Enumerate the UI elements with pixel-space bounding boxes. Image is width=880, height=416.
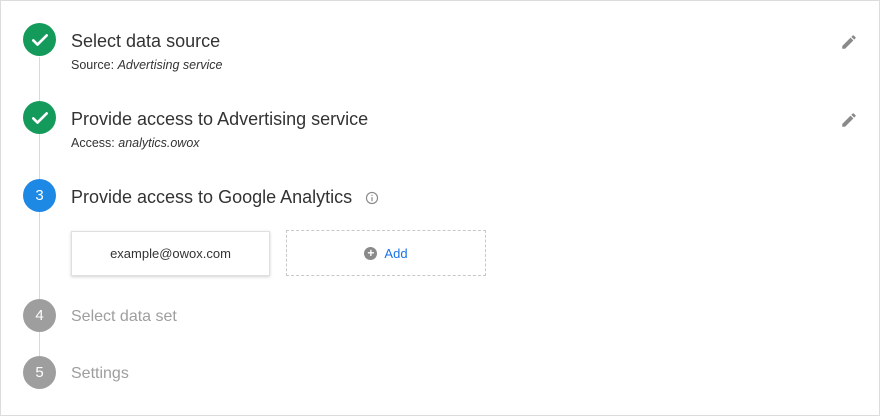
- check-icon: [31, 33, 48, 46]
- edit-step-2-pencil-icon[interactable]: [840, 111, 858, 129]
- step-1-sub-value: Advertising service: [117, 58, 223, 72]
- ga-account-email: example@owox.com: [110, 246, 231, 261]
- step-connector: [39, 211, 40, 299]
- step-4-number: 4: [23, 299, 56, 332]
- step-1-title: Select data source: [71, 31, 221, 51]
- step-5-title: Settings: [71, 365, 129, 382]
- info-icon[interactable]: [365, 191, 379, 205]
- step-1-check-icon: [23, 23, 56, 56]
- edit-step-1-pencil-icon[interactable]: [840, 33, 858, 51]
- step-connector: [39, 134, 40, 179]
- check-icon: [31, 111, 48, 124]
- ga-account-card[interactable]: example@owox.com: [71, 231, 270, 276]
- step-5-number: 5: [23, 356, 56, 389]
- step-3-title-row: Provide access to Google Analytics: [71, 187, 379, 208]
- add-account-label: Add: [384, 245, 408, 261]
- step-4-title: Select data set: [71, 308, 177, 325]
- step-2-title: Provide access to Advertising service: [71, 109, 369, 129]
- step-1-subtitle: Source: Advertising service: [71, 58, 222, 72]
- step-2-subtitle: Access: analytics.owox: [71, 136, 200, 150]
- step-2-sub-value: analytics.owox: [118, 136, 200, 150]
- step-2-sub-label: Access:: [71, 136, 119, 150]
- step-connector: [39, 57, 40, 101]
- step-2-check-icon: [23, 101, 56, 134]
- add-account-button[interactable]: + Add: [286, 230, 486, 276]
- plus-circle-icon: +: [364, 246, 378, 260]
- step-3-title: Provide access to Google Analytics: [71, 187, 353, 207]
- step-1-sub-label: Source:: [71, 58, 118, 72]
- step-3-number: 3: [23, 179, 56, 212]
- step-connector: [39, 331, 40, 356]
